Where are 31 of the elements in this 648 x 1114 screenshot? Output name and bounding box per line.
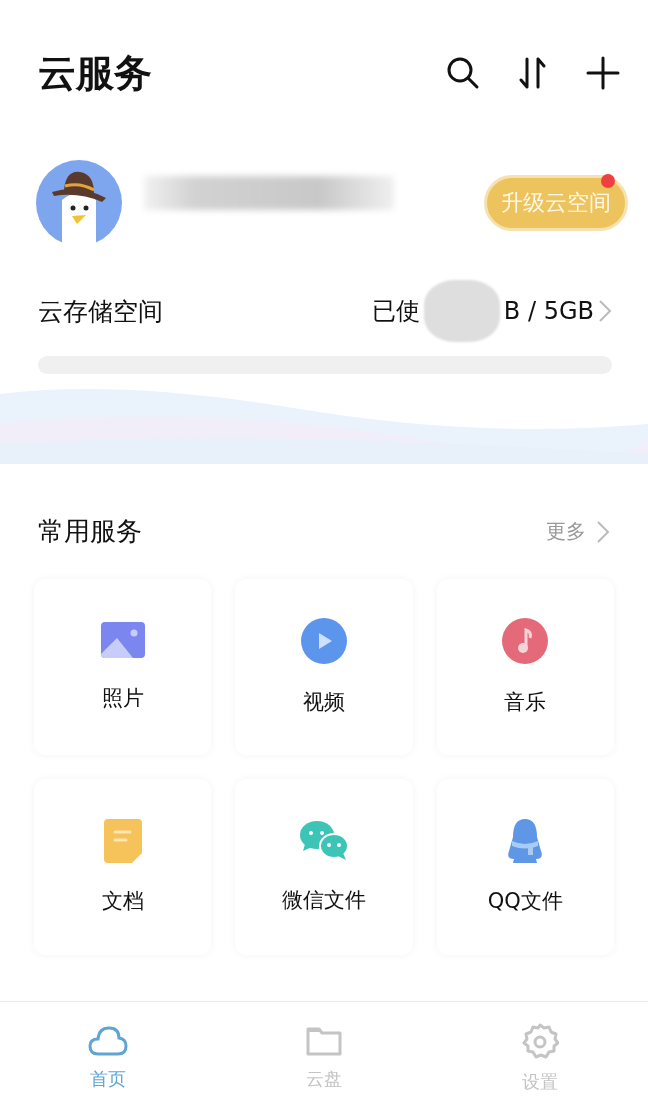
service-card[interactable]: 视频 <box>235 579 413 755</box>
service-card[interactable]: 音乐 <box>436 579 614 755</box>
music-note-icon <box>502 618 549 664</box>
sort-arrows-icon[interactable] <box>518 56 548 90</box>
service-label: 音乐 <box>504 689 547 716</box>
section-title: 常用服务 <box>38 515 142 548</box>
image-icon <box>100 622 145 660</box>
page-title: 云服务 <box>38 49 152 97</box>
penguin-icon <box>506 819 545 863</box>
service-card[interactable]: 微信文件 <box>235 779 413 955</box>
service-label: 文档 <box>101 888 144 915</box>
folder-icon <box>305 1025 343 1057</box>
avatar-icon[interactable] <box>36 160 122 246</box>
chat-bubbles-icon <box>299 820 349 862</box>
chevron-right-icon <box>596 519 610 544</box>
search-icon[interactable] <box>446 56 480 90</box>
service-card[interactable]: 文档 <box>34 779 212 955</box>
usage-total: B / 5GB <box>503 297 594 325</box>
service-label: 视频 <box>303 689 345 716</box>
service-card[interactable]: QQ文件 <box>436 779 614 955</box>
usage-text: 已使 <box>371 296 420 327</box>
cloud-icon <box>88 1025 128 1057</box>
service-label: 微信文件 <box>282 887 366 914</box>
storage-label: 云存储空间 <box>38 295 163 328</box>
play-icon <box>301 618 347 664</box>
settings-icon <box>521 1022 559 1060</box>
service-label: QQ文件 <box>487 888 563 915</box>
document-icon <box>103 819 142 863</box>
service-card[interactable]: 照片 <box>34 579 212 755</box>
add-icon[interactable] <box>586 56 620 90</box>
service-label: 照片 <box>101 685 144 712</box>
